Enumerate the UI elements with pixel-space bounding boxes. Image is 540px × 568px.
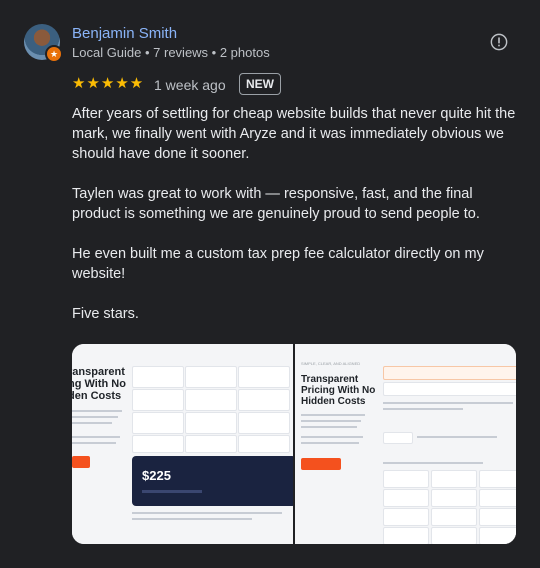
review-photo-1[interactable]: ransparent ng With No den Costs $225 [72, 344, 295, 544]
reviewer-meta: Local Guide • 7 reviews • 2 photos [72, 45, 270, 60]
local-guide-star-icon: ★ [45, 45, 63, 63]
photo-heading-line: Hidden Costs [301, 396, 366, 407]
photo-cta [301, 458, 341, 470]
report-review-icon[interactable] [490, 33, 508, 51]
photo-heading: ransparent ng With No den Costs [72, 366, 126, 402]
review-paragraph: Five stars. [72, 306, 139, 322]
photo-price-panel: $225 [132, 456, 293, 506]
new-badge: NEW [239, 73, 281, 95]
photo-heading-line: ng With No [72, 378, 126, 390]
review-paragraph: After years of settling for cheap websit… [72, 106, 516, 162]
star-rating: ★★★★★ [72, 75, 145, 92]
review-paragraph: He even built me a custom tax prep fee c… [72, 246, 484, 282]
photo-price: $225 [142, 468, 171, 483]
review-date: 1 week ago [154, 77, 226, 93]
review-photo-2[interactable]: SIMPLE, CLEAR, AND ALIGNED Transparent P… [295, 344, 516, 544]
reviewer-name[interactable]: Benjamin Smith [72, 25, 177, 42]
photo-heading-line: Transparent [301, 374, 359, 385]
photo-heading-line: Pricing With No [301, 385, 376, 396]
photo-heading-line: ransparent [72, 366, 125, 378]
review-photos: ransparent ng With No den Costs $225 SIM… [72, 344, 516, 544]
photo-heading-line: den Costs [72, 390, 122, 402]
photo-heading: Transparent Pricing With No Hidden Costs [301, 374, 375, 407]
review-text: After years of settling for cheap websit… [72, 104, 522, 344]
photo-eyebrow: SIMPLE, CLEAR, AND ALIGNED [301, 361, 361, 366]
photo-cta [72, 456, 90, 468]
reviewer-avatar[interactable]: ★ [24, 24, 63, 63]
review-paragraph: Taylen was great to work with — responsi… [72, 186, 480, 222]
